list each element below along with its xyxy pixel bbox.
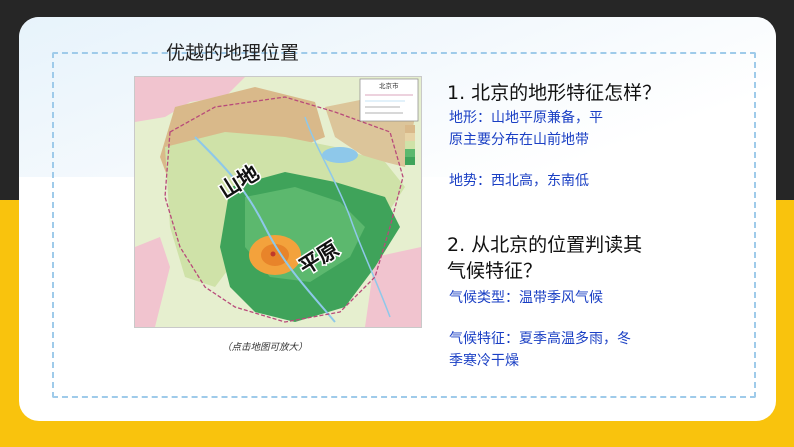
question-1: 1. 北京的地形特征怎样？ — [447, 82, 662, 104]
elevation-swatch — [405, 157, 415, 165]
question-2-line-2: 气候特征？ — [447, 260, 543, 282]
answer-1-line-2: 原主要分布在山前地带 — [449, 132, 589, 148]
answer-1-terrain: 地势：西北高，东南低 — [449, 173, 589, 189]
capital-marker-icon — [270, 251, 276, 257]
answer-2-feature-line-1: 气候特征：夏季高温多雨，冬 — [449, 331, 631, 347]
map-legend-title: 北京市 — [379, 81, 399, 90]
slide-stage: 优越的地理位置 北京市 山地 平原 （点击地图可放大） 1. 北京的地形特征怎样… — [0, 0, 794, 447]
elevation-swatch — [405, 125, 415, 133]
map-graphic[interactable]: 北京市 山地 平原 — [135, 77, 421, 327]
answer-2-type: 气候类型：温带季风气候 — [449, 290, 603, 306]
beijing-terrain-map[interactable]: 北京市 山地 平原 — [134, 76, 422, 328]
elevation-swatch — [405, 141, 415, 149]
slide-title: 优越的地理位置 — [166, 42, 300, 64]
answer-1-line-1: 地形：山地平原兼备，平 — [449, 110, 603, 126]
question-2-line-1: 2. 从北京的位置判读其 — [447, 234, 643, 256]
map-reservoir — [322, 147, 358, 163]
map-enlarge-caption[interactable]: （点击地图可放大） — [222, 339, 308, 353]
elevation-swatch — [405, 149, 415, 157]
answer-2-feature-line-2: 季寒冷干燥 — [449, 353, 519, 369]
elevation-swatch — [405, 133, 415, 141]
